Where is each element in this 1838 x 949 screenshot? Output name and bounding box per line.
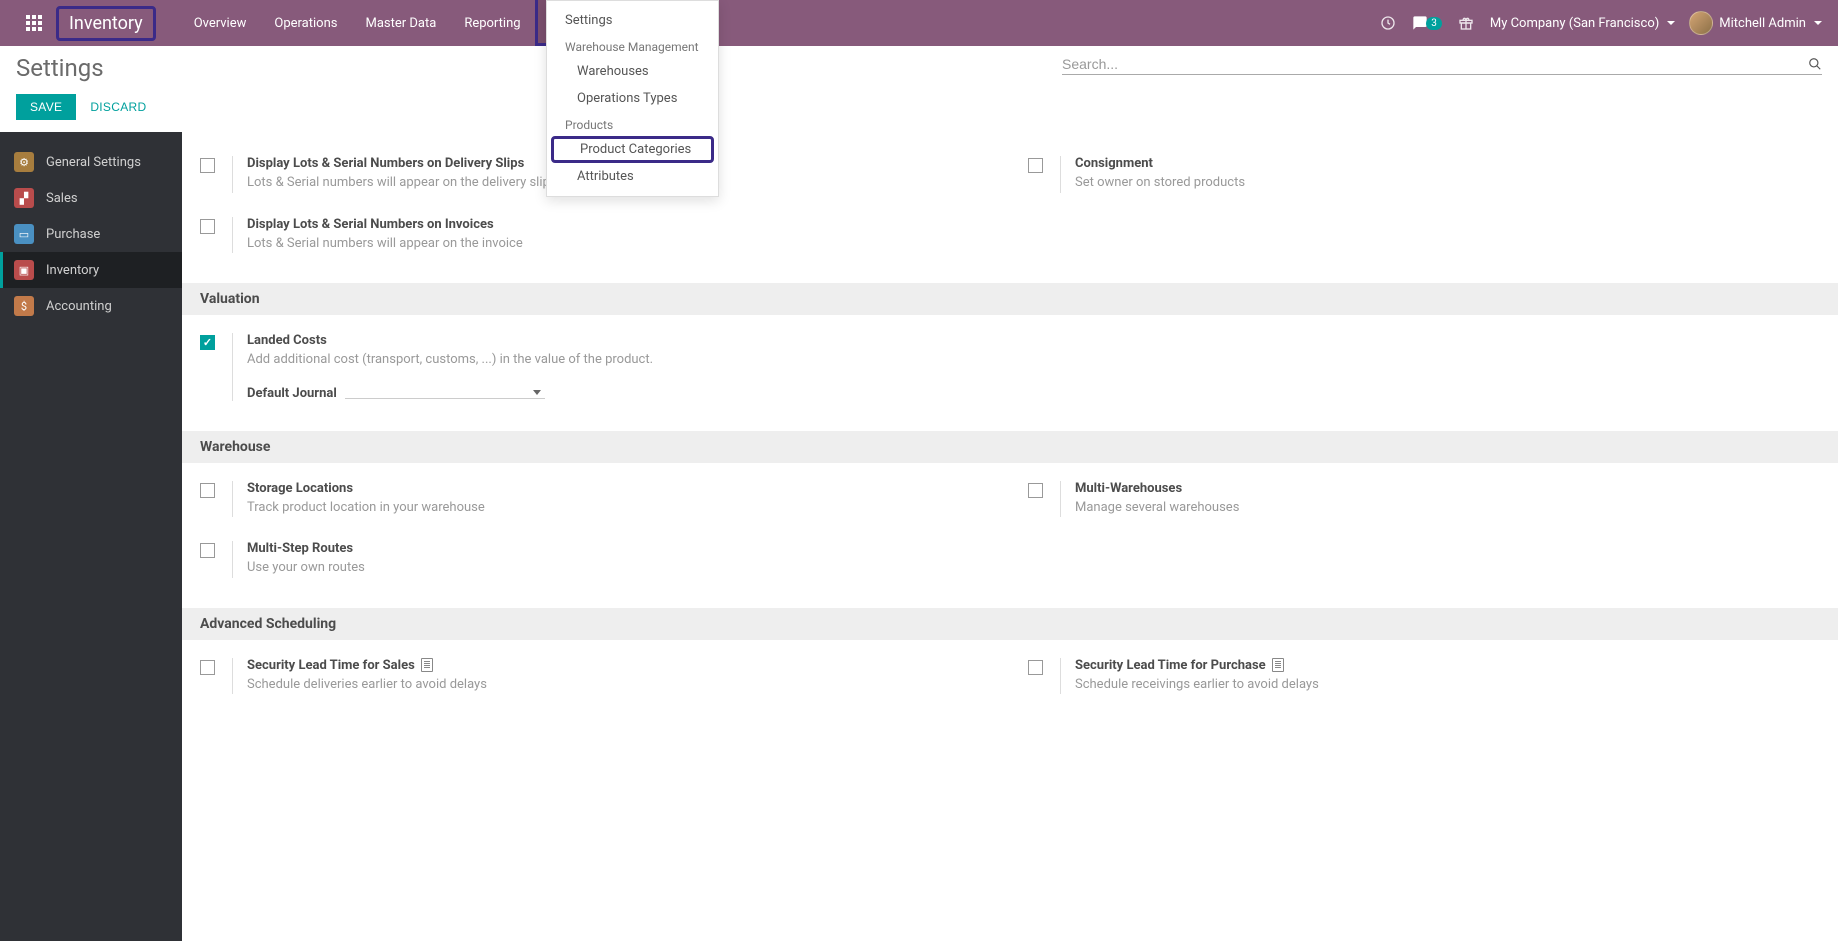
dropdown-warehouses[interactable]: Warehouses bbox=[547, 58, 718, 85]
app-title[interactable]: Inventory bbox=[56, 6, 156, 41]
company-selector[interactable]: My Company (San Francisco) bbox=[1490, 16, 1675, 31]
sidebar-item-label: General Settings bbox=[46, 155, 141, 170]
chevron-down-icon bbox=[1667, 21, 1675, 25]
search-input[interactable] bbox=[1062, 56, 1808, 72]
company-name: My Company (San Francisco) bbox=[1490, 16, 1659, 31]
setting-desc: Add additional cost (transport, customs,… bbox=[247, 350, 992, 370]
setting-title: Multi-Step Routes bbox=[247, 541, 992, 556]
box-icon: ▣ bbox=[14, 260, 34, 280]
content: Display Lots & Serial Numbers on Deliver… bbox=[182, 132, 1838, 941]
apps-icon[interactable] bbox=[16, 5, 52, 41]
dropdown-header-products: Products bbox=[547, 112, 718, 136]
discard-button[interactable]: DISCARD bbox=[90, 100, 146, 114]
setting-title: Storage Locations bbox=[247, 481, 992, 496]
chevron-down-icon bbox=[1814, 21, 1822, 25]
setting-security-lead-purchase: Security Lead Time for Purchase Schedule… bbox=[1010, 652, 1838, 713]
nav-operations[interactable]: Operations bbox=[260, 0, 351, 46]
checkbox[interactable] bbox=[1028, 483, 1043, 498]
setting-storage-locations: Storage Locations Track product location… bbox=[182, 475, 1010, 536]
section-warehouse: Warehouse bbox=[182, 431, 1838, 463]
checkbox[interactable] bbox=[200, 219, 215, 234]
dropdown-header-warehouse: Warehouse Management bbox=[547, 34, 718, 58]
avatar bbox=[1689, 11, 1713, 35]
sidebar-item-inventory[interactable]: ▣ Inventory bbox=[0, 252, 182, 288]
checkbox[interactable] bbox=[200, 543, 215, 558]
checkbox[interactable] bbox=[1028, 660, 1043, 675]
save-button[interactable]: SAVE bbox=[16, 94, 76, 120]
setting-security-lead-sales: Security Lead Time for Sales Schedule de… bbox=[182, 652, 1010, 713]
topbar-right: 3 My Company (San Francisco) Mitchell Ad… bbox=[1378, 11, 1822, 35]
sidebar-item-label: Accounting bbox=[46, 299, 112, 314]
gift-icon[interactable] bbox=[1456, 13, 1476, 33]
setting-desc: Use your own routes bbox=[247, 558, 992, 578]
document-icon[interactable] bbox=[421, 658, 433, 672]
default-journal-select[interactable] bbox=[345, 387, 545, 399]
sidebar-item-label: Purchase bbox=[46, 227, 100, 242]
sidebar-item-sales[interactable]: ▞ Sales bbox=[0, 180, 182, 216]
checkbox[interactable] bbox=[200, 335, 215, 350]
dropdown-settings[interactable]: Settings bbox=[547, 7, 718, 34]
field-label: Default Journal bbox=[247, 386, 345, 401]
setting-title: Display Lots & Serial Numbers on Invoice… bbox=[247, 217, 992, 232]
sidebar-item-label: Inventory bbox=[46, 263, 99, 278]
setting-invoice-lots: Display Lots & Serial Numbers on Invoice… bbox=[182, 211, 1010, 272]
user-name: Mitchell Admin bbox=[1719, 16, 1806, 31]
sidebar-item-label: Sales bbox=[46, 191, 78, 206]
setting-multi-step-routes: Multi-Step Routes Use your own routes bbox=[182, 535, 1010, 596]
main: ⚙ General Settings ▞ Sales ▭ Purchase ▣ Inve… bbox=[0, 132, 1838, 941]
chart-icon: ▞ bbox=[14, 188, 34, 208]
setting-multi-warehouses: Multi-Warehouses Manage several warehous… bbox=[1010, 475, 1838, 536]
messages-icon[interactable]: 3 bbox=[1412, 15, 1442, 31]
checkbox[interactable] bbox=[200, 483, 215, 498]
dropdown-operations-types[interactable]: Operations Types bbox=[547, 85, 718, 112]
setting-desc: Manage several warehouses bbox=[1075, 498, 1820, 518]
settings-sidebar: ⚙ General Settings ▞ Sales ▭ Purchase ▣ Inve… bbox=[0, 132, 182, 941]
setting-title: Consignment bbox=[1075, 156, 1820, 171]
nav-reporting[interactable]: Reporting bbox=[450, 0, 534, 46]
search-box[interactable] bbox=[1062, 54, 1822, 75]
setting-title: Multi-Warehouses bbox=[1075, 481, 1820, 496]
topbar: Inventory Overview Operations Master Dat… bbox=[0, 0, 1838, 46]
nav-overview[interactable]: Overview bbox=[180, 0, 261, 46]
search-icon[interactable] bbox=[1808, 57, 1822, 71]
sidebar-item-purchase[interactable]: ▭ Purchase bbox=[0, 216, 182, 252]
setting-landed-costs: Landed Costs Add additional cost (transp… bbox=[182, 327, 1010, 419]
setting-consignment: Consignment Set owner on stored products bbox=[1010, 150, 1838, 211]
sidebar-item-general[interactable]: ⚙ General Settings bbox=[0, 144, 182, 180]
gear-icon: ⚙ bbox=[14, 152, 34, 172]
setting-title: Landed Costs bbox=[247, 333, 992, 348]
setting-desc: Set owner on stored products bbox=[1075, 173, 1820, 193]
clock-icon[interactable] bbox=[1378, 13, 1398, 33]
setting-desc: Track product location in your warehouse bbox=[247, 498, 992, 518]
sidebar-item-accounting[interactable]: $ Accounting bbox=[0, 288, 182, 324]
section-valuation: Valuation bbox=[182, 283, 1838, 315]
user-menu[interactable]: Mitchell Admin bbox=[1689, 11, 1822, 35]
configuration-dropdown: Settings Warehouse Management Warehouses… bbox=[546, 0, 719, 197]
messages-count: 3 bbox=[1426, 17, 1442, 30]
control-bar: Settings SAVE DISCARD bbox=[0, 46, 1838, 132]
dropdown-product-categories[interactable]: Product Categories bbox=[551, 136, 714, 163]
checkbox[interactable] bbox=[200, 660, 215, 675]
checkbox[interactable] bbox=[1028, 158, 1043, 173]
section-advanced-scheduling: Advanced Scheduling bbox=[182, 608, 1838, 640]
dropdown-attributes[interactable]: Attributes bbox=[547, 163, 718, 190]
setting-desc: Schedule receivings earlier to avoid del… bbox=[1075, 675, 1820, 695]
money-icon: $ bbox=[14, 296, 34, 316]
setting-title: Security Lead Time for Sales bbox=[247, 658, 992, 673]
checkbox[interactable] bbox=[200, 158, 215, 173]
page-title: Settings bbox=[16, 54, 104, 82]
setting-title: Security Lead Time for Purchase bbox=[1075, 658, 1820, 673]
setting-desc: Schedule deliveries earlier to avoid del… bbox=[247, 675, 992, 695]
card-icon: ▭ bbox=[14, 224, 34, 244]
chevron-down-icon bbox=[533, 390, 541, 395]
nav-master-data[interactable]: Master Data bbox=[351, 0, 450, 46]
setting-desc: Lots & Serial numbers will appear on the… bbox=[247, 234, 992, 254]
document-icon[interactable] bbox=[1272, 658, 1284, 672]
